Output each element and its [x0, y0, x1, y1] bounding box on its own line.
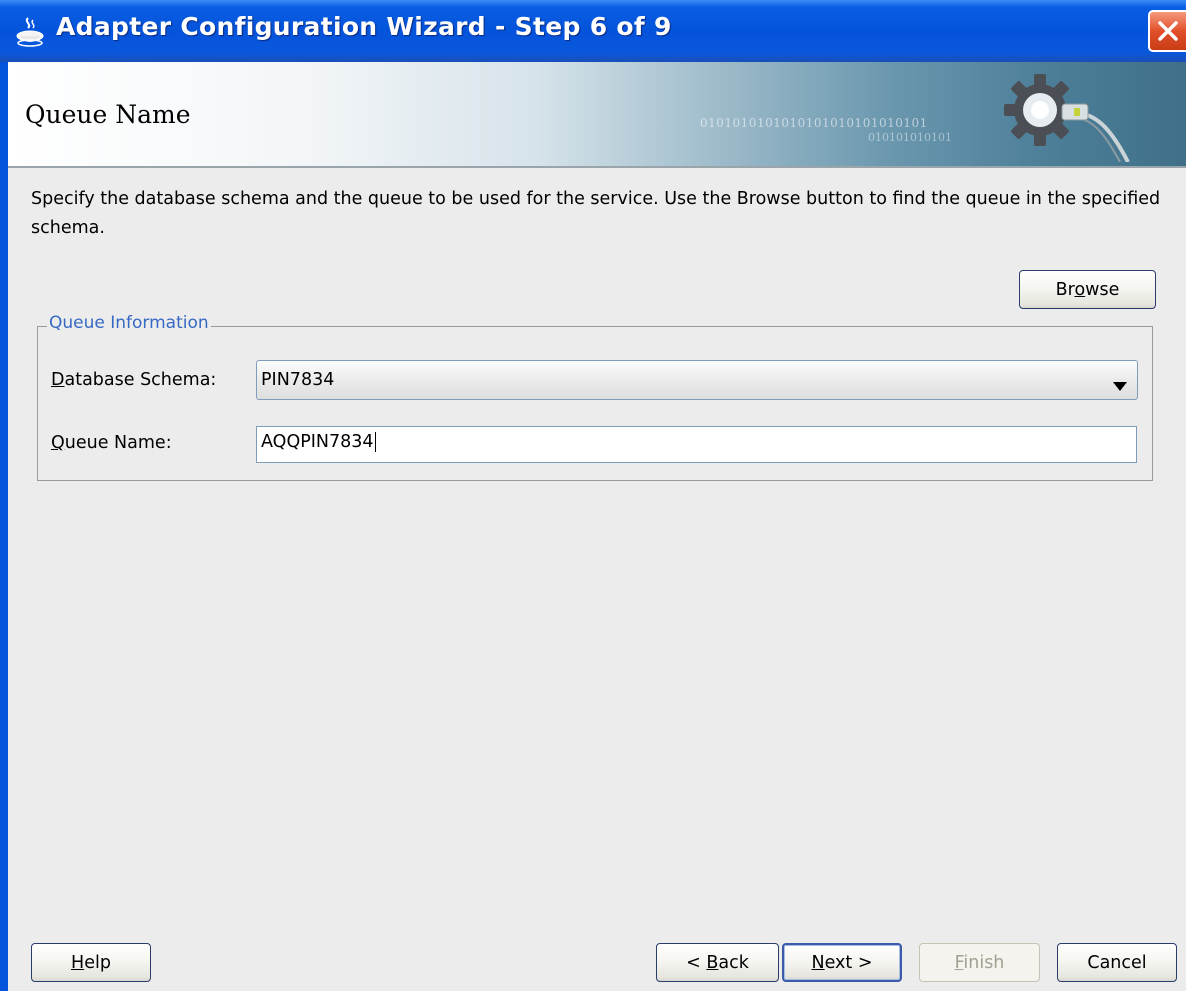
- group-legend: Queue Information: [47, 313, 211, 333]
- back-label-mnemonic: B: [706, 952, 719, 973]
- schema-label-mnemonic: D: [51, 370, 65, 390]
- queue-name-value: AQQPIN7834: [261, 432, 376, 452]
- window-title: Adapter Configuration Wizard - Step 6 of…: [56, 12, 672, 41]
- next-label-rest: ext >: [824, 952, 873, 973]
- schema-label-rest: atabase Schema:: [64, 370, 217, 390]
- java-cup-icon: [14, 16, 46, 48]
- browse-label-mnemonic: o: [1074, 279, 1086, 300]
- banner-binary-decoration: 0101010101010101010101010101: [700, 116, 928, 130]
- dropdown-arrow-icon: [1113, 376, 1127, 395]
- next-label-mnemonic: N: [811, 952, 825, 973]
- queue-label-rest: ueue Name:: [64, 433, 172, 453]
- cancel-label: Cancel: [1087, 952, 1147, 973]
- gear-plug-icon: [1000, 72, 1130, 163]
- back-label-rest: ack: [718, 952, 749, 973]
- help-button[interactable]: Help: [31, 943, 151, 982]
- title-bar[interactable]: Adapter Configuration Wizard - Step 6 of…: [0, 0, 1186, 62]
- browse-label-pre: Br: [1055, 279, 1075, 300]
- database-schema-label: Database Schema:: [51, 370, 216, 390]
- cancel-button[interactable]: Cancel: [1057, 943, 1177, 982]
- banner-binary-decoration-2: 010101010101: [868, 131, 952, 144]
- back-button[interactable]: < Back: [656, 943, 779, 982]
- queue-name-input[interactable]: [256, 426, 1137, 463]
- help-label-rest: elp: [84, 952, 111, 973]
- database-schema-value: PIN7834: [261, 370, 335, 390]
- wizard-window: Adapter Configuration Wizard - Step 6 of…: [0, 0, 1186, 991]
- close-button[interactable]: [1148, 10, 1186, 52]
- queue-label-mnemonic: Q: [51, 433, 65, 453]
- browse-label-post: wse: [1085, 279, 1120, 300]
- page-title: Queue Name: [25, 100, 191, 129]
- browse-button[interactable]: Browse: [1019, 270, 1156, 309]
- next-button[interactable]: Next >: [782, 943, 902, 982]
- queue-name-label: Queue Name:: [51, 433, 172, 453]
- database-schema-select[interactable]: PIN7834: [256, 360, 1138, 400]
- window-frame-left: [0, 62, 8, 991]
- back-label-pre: <: [686, 952, 707, 973]
- help-label-mnemonic: H: [71, 952, 85, 973]
- finish-label-rest: inish: [963, 952, 1005, 973]
- instructions-text: Specify the database schema and the queu…: [31, 189, 1161, 238]
- finish-button[interactable]: Finish: [919, 943, 1040, 982]
